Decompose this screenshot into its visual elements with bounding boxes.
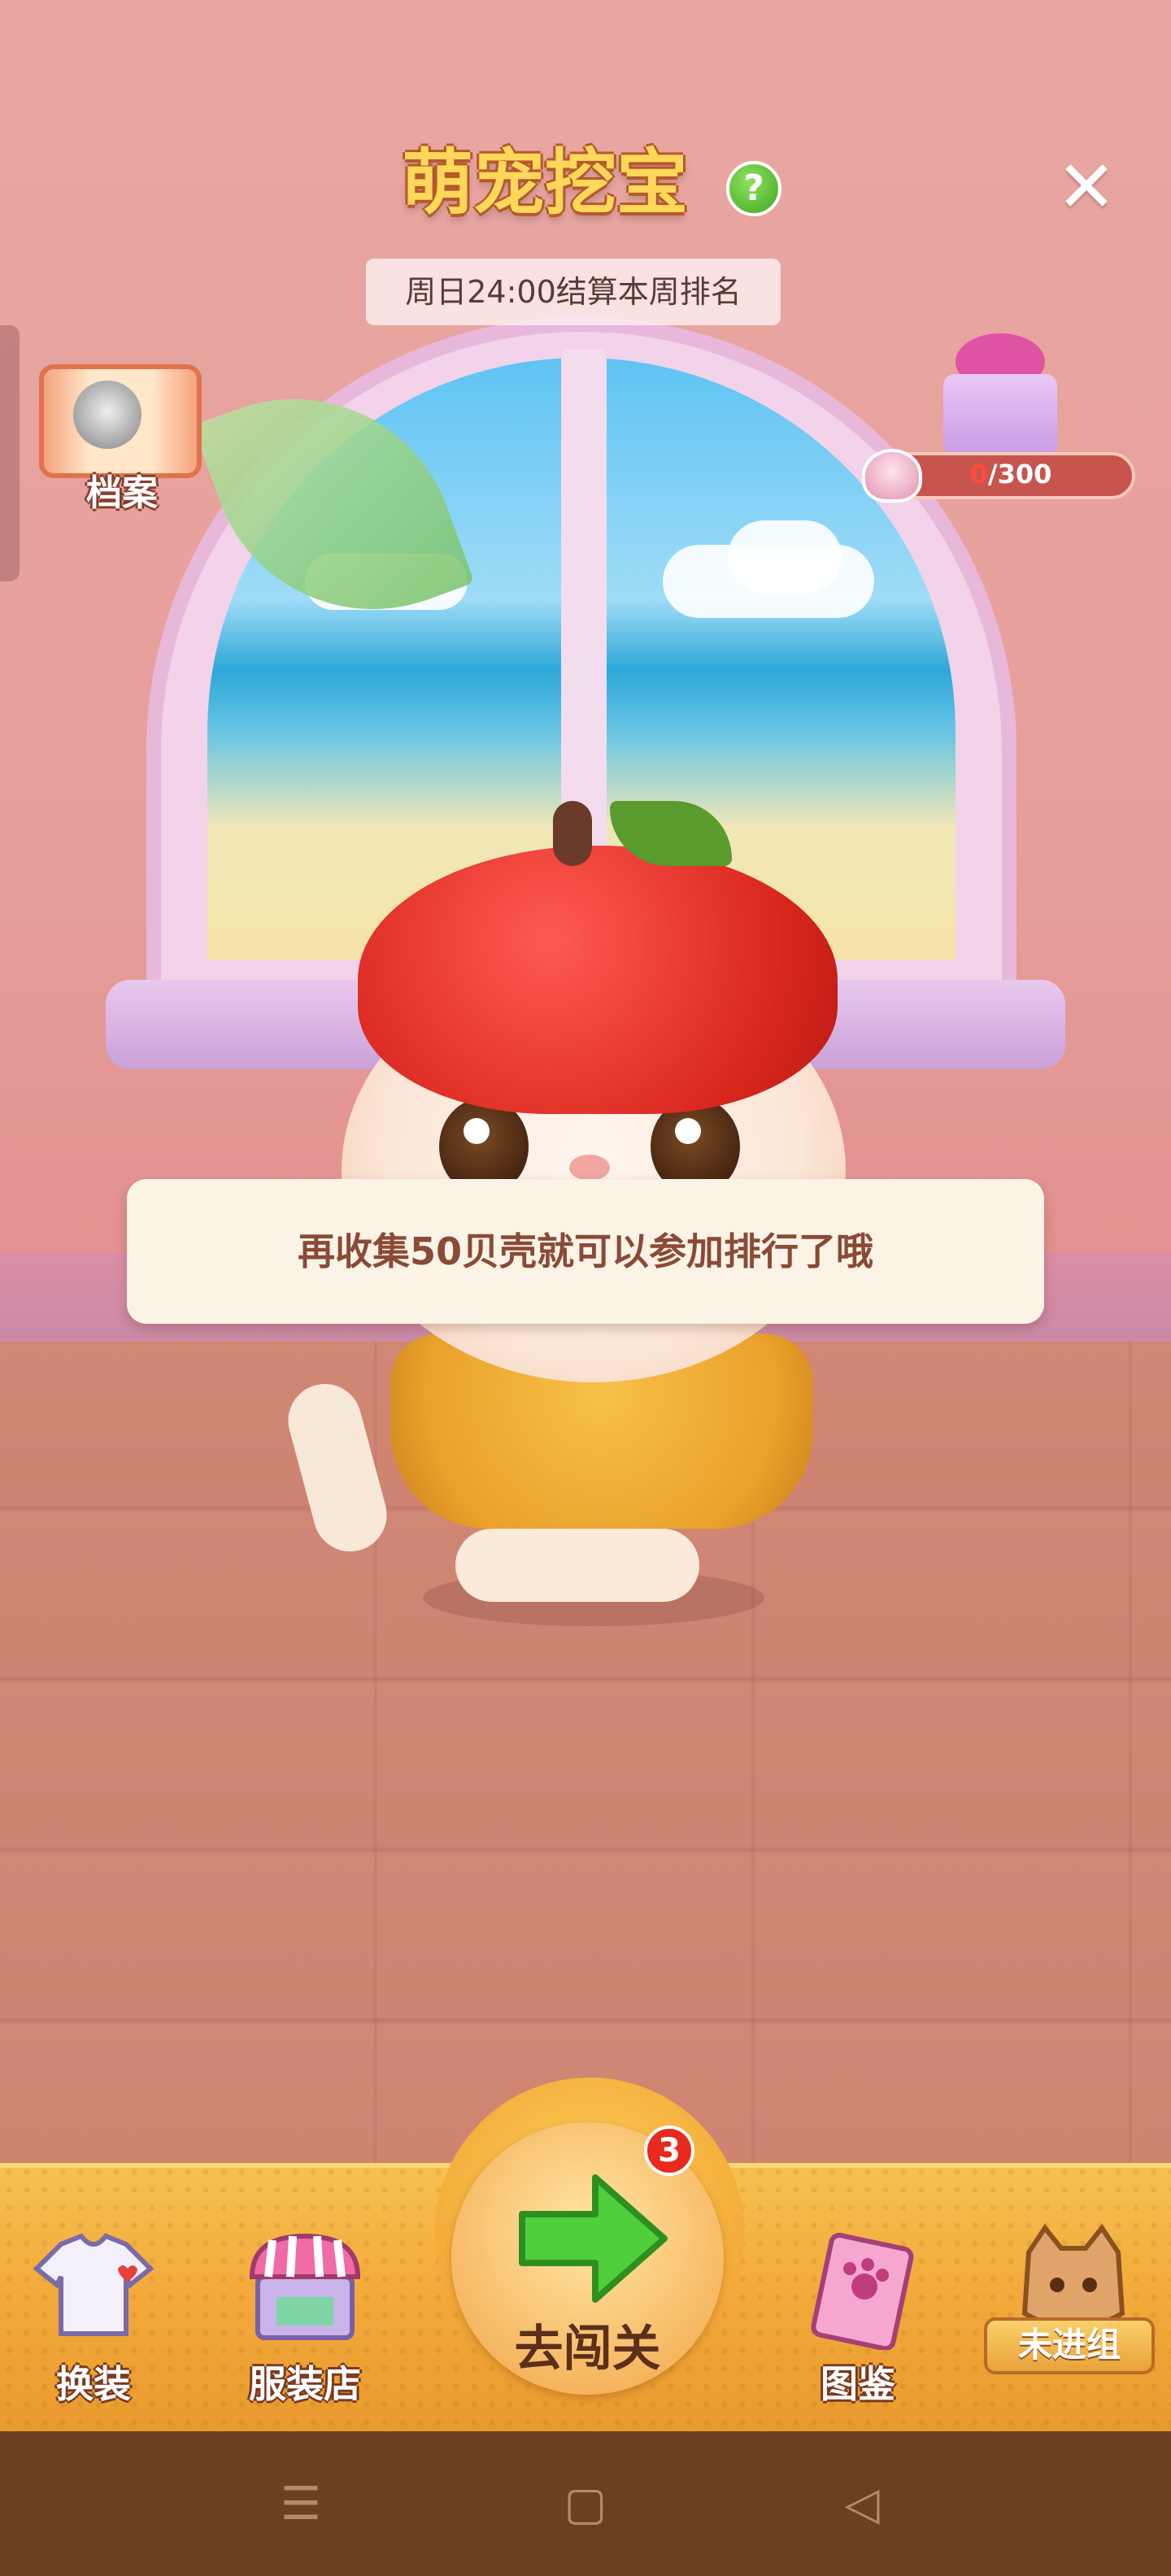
gift-box-icon (943, 374, 1057, 455)
book-icon (39, 364, 202, 478)
help-icon[interactable]: ? (726, 161, 781, 216)
close-icon[interactable]: ✕ (1054, 151, 1119, 223)
apple-hat (358, 846, 838, 1114)
shell-progress: 0/300 (862, 449, 1135, 503)
apple-stem (553, 801, 592, 866)
album-book-icon (811, 2232, 914, 2350)
go-level-label: 去闯关 (514, 2321, 661, 2378)
pet-nose (569, 1155, 610, 1181)
profile-label: 档案 (86, 472, 158, 514)
pet-feet (455, 1529, 699, 1602)
arrow-right-icon (519, 2174, 668, 2303)
progress-text: 0/300 (886, 452, 1135, 499)
hint-message: 再收集50贝壳就可以参加排行了哦 (127, 1179, 1044, 1324)
profile-button[interactable]: 档案 (33, 358, 211, 520)
menu-icon[interactable]: ☰ (268, 2472, 333, 2537)
game-title: 萌宠挖宝 (401, 141, 688, 224)
dress-up-button[interactable]: 换装 (4, 2212, 183, 2415)
album-label: 图鉴 (821, 2362, 895, 2406)
shop-label: 服装店 (249, 2362, 361, 2406)
progress-separator: / (987, 459, 998, 490)
home-icon[interactable]: ▢ (553, 2472, 618, 2537)
back-icon[interactable]: ◁ (829, 2472, 895, 2537)
shop-button[interactable]: 服装店 (215, 2212, 394, 2415)
team-button[interactable] (984, 2212, 1163, 2415)
side-drawer-handle[interactable] (0, 325, 20, 581)
dress-up-label: 换装 (56, 2362, 131, 2406)
team-status-label: 未进组 (984, 2317, 1155, 2374)
cat-avatar-icon (73, 381, 141, 449)
gift-box-button[interactable] (927, 325, 1073, 455)
store-icon (249, 2233, 361, 2340)
shirt-icon (33, 2233, 155, 2336)
notification-badge: 3 (644, 2126, 694, 2176)
progress-target: 300 (997, 459, 1052, 490)
album-button[interactable]: 图鉴 (768, 2212, 947, 2415)
shell-icon (862, 449, 922, 503)
progress-current: 0 (969, 459, 988, 490)
settlement-notice: 周日24:00结算本周排名 (366, 259, 781, 325)
